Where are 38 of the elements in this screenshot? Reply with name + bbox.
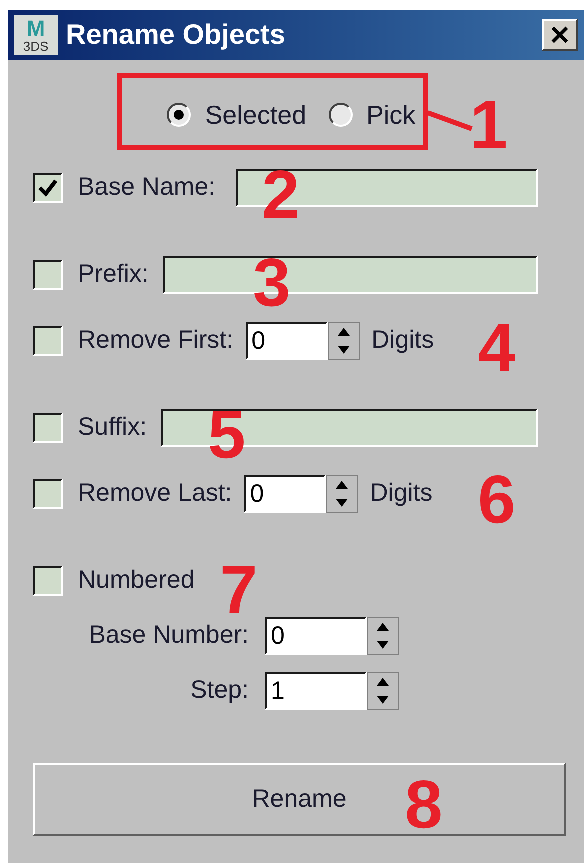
unit-label: Digits bbox=[370, 478, 433, 510]
field-label: Suffix: bbox=[78, 413, 148, 442]
callout-number: 8 bbox=[405, 771, 443, 839]
field-label: Remove Last: bbox=[78, 479, 232, 508]
leader-line bbox=[428, 110, 474, 132]
spinner-arrows[interactable] bbox=[367, 672, 399, 710]
checkbox[interactable] bbox=[33, 413, 63, 443]
checkbox[interactable] bbox=[33, 173, 63, 203]
close-icon bbox=[550, 25, 570, 45]
callout-number: 4 bbox=[478, 314, 516, 382]
radio-option[interactable]: Selected bbox=[167, 96, 307, 134]
app-logo: M 3DS bbox=[14, 15, 58, 55]
number-field[interactable]: 0 bbox=[265, 617, 367, 655]
field-label: Remove First: bbox=[78, 326, 234, 354]
callout-number: 3 bbox=[253, 249, 291, 317]
field-label: Prefix: bbox=[78, 260, 149, 288]
checkbox[interactable] bbox=[33, 326, 63, 356]
spinner-arrows[interactable] bbox=[367, 617, 399, 655]
number-field[interactable]: 0 bbox=[244, 475, 326, 513]
field-label: Base Name: bbox=[78, 173, 216, 202]
spinner-arrows[interactable] bbox=[326, 475, 358, 513]
number-field[interactable]: 1 bbox=[265, 672, 367, 710]
callout-number: 1 bbox=[470, 91, 508, 159]
checkmark-icon bbox=[38, 179, 58, 197]
close-button[interactable] bbox=[542, 19, 578, 51]
callout-number: 6 bbox=[478, 466, 516, 534]
checkbox[interactable] bbox=[33, 479, 63, 509]
unit-label: Digits bbox=[372, 325, 434, 356]
callout-number: 5 bbox=[208, 401, 246, 469]
checkbox[interactable] bbox=[33, 260, 63, 290]
window-title: Rename Objects bbox=[66, 18, 286, 52]
field-label: Step: bbox=[190, 675, 249, 706]
callout-number: 2 bbox=[262, 161, 300, 229]
checkbox[interactable] bbox=[33, 566, 63, 596]
spinner-arrows[interactable] bbox=[328, 322, 360, 360]
field-label: Numbered bbox=[78, 566, 195, 594]
radio-option[interactable]: Pick bbox=[328, 96, 416, 134]
number-field[interactable]: 0 bbox=[246, 322, 328, 360]
